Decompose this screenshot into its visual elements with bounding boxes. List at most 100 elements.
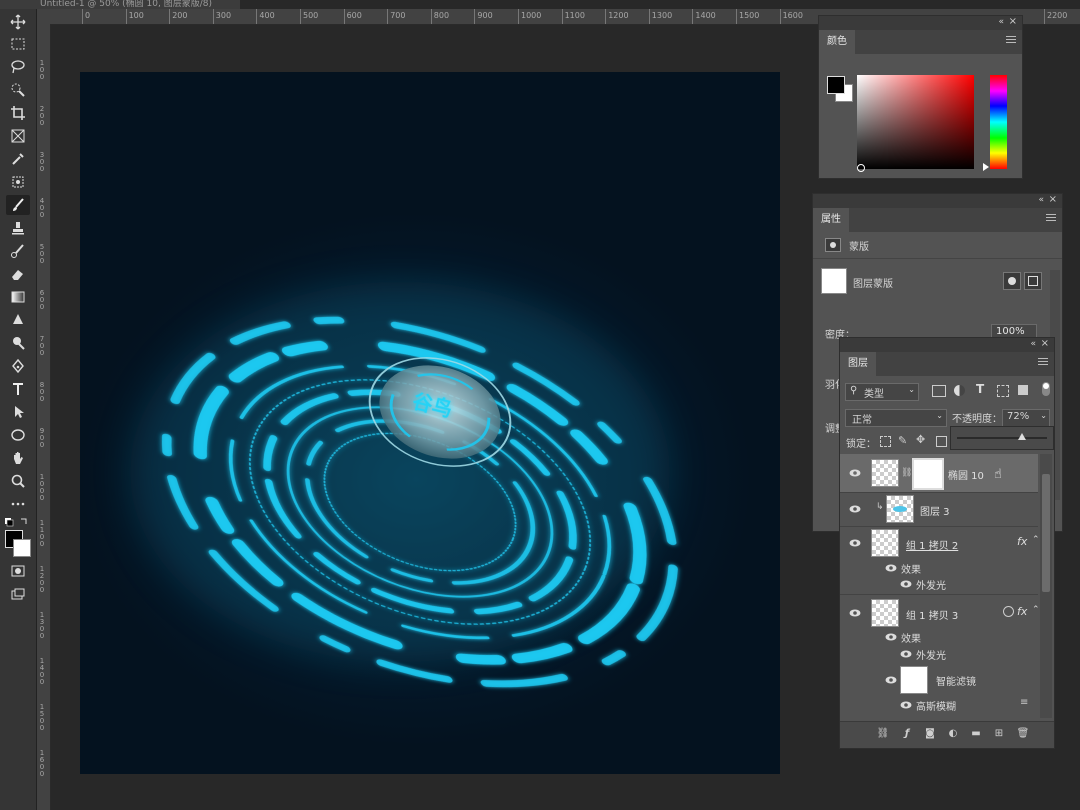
marquee-tool-icon[interactable] bbox=[6, 34, 30, 54]
layer-mask-thumbnail[interactable] bbox=[912, 458, 944, 490]
hue-handle[interactable] bbox=[983, 163, 989, 171]
layer-name[interactable]: 图层 3 bbox=[920, 503, 950, 518]
quick-mask-icon[interactable] bbox=[6, 561, 30, 581]
eye-icon[interactable] bbox=[849, 469, 861, 477]
zoom-tool-icon[interactable] bbox=[6, 471, 30, 491]
close-icon[interactable]: × bbox=[1009, 16, 1017, 27]
lock-artboard-icon[interactable] bbox=[936, 436, 947, 447]
frame-tool-icon[interactable] bbox=[6, 126, 30, 146]
color-picker-handle[interactable] bbox=[857, 164, 865, 172]
opacity-slider-popup[interactable] bbox=[950, 426, 1054, 450]
link-layers-icon[interactable]: ⛓ bbox=[876, 728, 890, 740]
layer-row-layer-3[interactable]: ↳ 图层 3 bbox=[840, 492, 1038, 527]
lock-pixels-icon[interactable]: ✎ bbox=[898, 434, 907, 447]
new-layer-icon[interactable]: ⊞ bbox=[992, 728, 1006, 740]
smart-object-filter-icon[interactable] bbox=[1018, 385, 1028, 395]
smart-filter-mask-thumbnail[interactable] bbox=[900, 666, 928, 694]
background-color-swatch[interactable] bbox=[13, 539, 31, 557]
layer-row-ellipse-10[interactable]: ⛓ 椭圆 10 ☝ bbox=[840, 454, 1038, 493]
path-select-tool-icon[interactable] bbox=[6, 402, 30, 422]
collapse-icon[interactable]: « bbox=[1030, 339, 1036, 349]
ellipse-tool-icon[interactable] bbox=[6, 425, 30, 445]
select-layer-mask-button[interactable] bbox=[1003, 272, 1021, 290]
eye-icon[interactable] bbox=[885, 633, 897, 641]
opacity-slider-track[interactable] bbox=[957, 437, 1047, 439]
type-tool-icon[interactable] bbox=[6, 379, 30, 399]
filter-options-icon[interactable]: ≡ bbox=[1020, 697, 1028, 708]
move-tool-icon[interactable] bbox=[6, 12, 30, 32]
tab-properties[interactable]: 属性 bbox=[813, 208, 849, 232]
pen-tool-icon[interactable] bbox=[6, 356, 30, 376]
lock-position-icon[interactable]: ✥ bbox=[916, 433, 925, 446]
chevron-up-icon[interactable]: ⌃ bbox=[1032, 535, 1040, 545]
adjustment-filter-icon[interactable] bbox=[954, 385, 965, 396]
history-brush-tool-icon[interactable] bbox=[6, 241, 30, 261]
add-vector-mask-button[interactable] bbox=[1024, 272, 1042, 290]
layer-row-group-copy-2[interactable]: 组 1 拷贝 2 fx ⌃ 效果 外发光 bbox=[840, 526, 1040, 595]
opacity-field[interactable]: 72% ⌄ bbox=[1002, 409, 1050, 427]
eye-icon[interactable] bbox=[849, 539, 861, 547]
eye-icon[interactable] bbox=[849, 609, 861, 617]
screen-mode-icon[interactable] bbox=[6, 584, 30, 604]
eye-icon[interactable] bbox=[885, 676, 897, 684]
filter-toggle[interactable] bbox=[1042, 382, 1050, 396]
dodge-tool-icon[interactable] bbox=[6, 333, 30, 353]
layers-scrollbar-thumb[interactable] bbox=[1042, 474, 1050, 592]
gradient-tool-icon[interactable] bbox=[6, 287, 30, 307]
healing-brush-tool-icon[interactable] bbox=[6, 172, 30, 192]
smart-filters-label[interactable]: 智能滤镜 bbox=[936, 673, 976, 688]
foreground-swatch[interactable] bbox=[827, 76, 845, 94]
more-tools-icon[interactable] bbox=[6, 494, 30, 514]
effect-name[interactable]: 外发光 bbox=[916, 647, 946, 662]
close-icon[interactable]: × bbox=[1041, 338, 1049, 349]
delete-layer-icon[interactable]: 🗑 bbox=[1016, 728, 1030, 740]
chevron-up-icon[interactable]: ⌃ bbox=[1032, 605, 1040, 615]
layer-filter-select[interactable]: ⚲ 类型 ⌄ bbox=[845, 383, 919, 401]
document-tab[interactable]: Untitled-1 @ 50% (椭圆 10, 图层蒙版/8) bbox=[0, 0, 240, 9]
link-icon[interactable]: ⛓ bbox=[901, 468, 912, 478]
shape-filter-icon[interactable] bbox=[997, 385, 1009, 397]
layer-name[interactable]: 组 1 拷贝 3 bbox=[906, 607, 958, 622]
fx-icon[interactable]: fx bbox=[1017, 605, 1027, 618]
panel-menu-icon[interactable] bbox=[1046, 214, 1056, 223]
layer-name[interactable]: 组 1 拷贝 2 bbox=[906, 537, 958, 552]
hand-tool-icon[interactable] bbox=[6, 448, 30, 468]
fx-icon[interactable]: fx bbox=[1017, 535, 1027, 548]
clone-stamp-tool-icon[interactable] bbox=[6, 218, 30, 238]
opacity-slider-thumb[interactable] bbox=[1017, 433, 1026, 440]
saturation-brightness-field[interactable] bbox=[857, 75, 974, 169]
new-group-icon[interactable]: ▬ bbox=[969, 728, 983, 740]
eye-icon[interactable] bbox=[900, 701, 912, 709]
lasso-tool-icon[interactable] bbox=[6, 57, 30, 77]
new-adjustment-layer-icon[interactable]: ◐ bbox=[946, 728, 960, 740]
brush-tool-icon[interactable] bbox=[6, 195, 30, 215]
eye-icon[interactable] bbox=[849, 505, 861, 513]
eye-icon[interactable] bbox=[900, 650, 912, 658]
layer-name[interactable]: 椭圆 10 bbox=[948, 467, 984, 482]
effect-name[interactable]: 外发光 bbox=[916, 577, 946, 592]
eraser-tool-icon[interactable] bbox=[6, 264, 30, 284]
swap-colors-icon[interactable] bbox=[5, 517, 31, 527]
eyedropper-tool-icon[interactable] bbox=[6, 149, 30, 169]
hue-slider[interactable] bbox=[990, 75, 1007, 169]
pixel-filter-icon[interactable] bbox=[932, 385, 946, 397]
lock-transparency-icon[interactable] bbox=[880, 436, 891, 447]
layer-mask-thumbnail[interactable] bbox=[821, 268, 847, 294]
blend-mode-select[interactable]: 正常 ⌄ bbox=[845, 409, 947, 427]
eye-icon[interactable] bbox=[900, 580, 912, 588]
tab-color[interactable]: 颜色 bbox=[819, 30, 855, 54]
add-mask-icon[interactable]: ◙ bbox=[923, 728, 937, 740]
collapse-icon[interactable]: « bbox=[998, 17, 1004, 27]
document-canvas[interactable]: 谷鸟 bbox=[80, 72, 780, 774]
layer-row-group-copy-3[interactable]: 组 1 拷贝 3 fx ⌃ 效果 外发光 智能滤镜 高斯模糊 ≡ bbox=[840, 594, 1040, 718]
add-layer-style-icon[interactable]: ƒ bbox=[900, 728, 914, 740]
collapse-icon[interactable]: « bbox=[1038, 195, 1044, 205]
blur-tool-icon[interactable] bbox=[6, 310, 30, 330]
eye-icon[interactable] bbox=[885, 564, 897, 572]
crop-tool-icon[interactable] bbox=[6, 103, 30, 123]
quick-select-tool-icon[interactable] bbox=[6, 80, 30, 100]
type-filter-icon[interactable]: T bbox=[976, 382, 984, 396]
tab-layers[interactable]: 图层 bbox=[840, 352, 876, 376]
panel-menu-icon[interactable] bbox=[1038, 358, 1048, 367]
panel-menu-icon[interactable] bbox=[1006, 36, 1016, 45]
